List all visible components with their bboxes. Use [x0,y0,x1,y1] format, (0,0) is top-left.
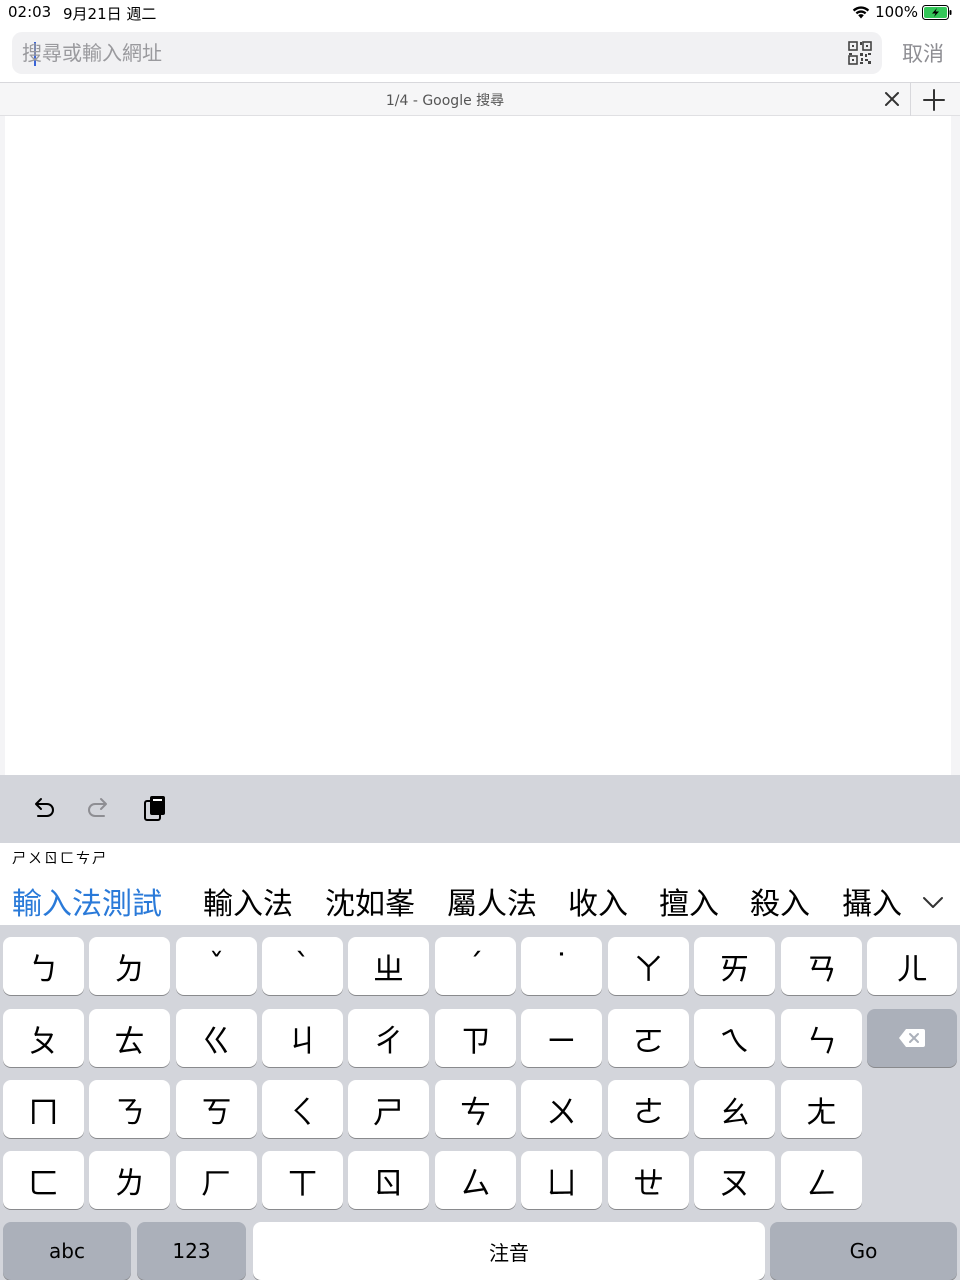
ime-candidate-list: 輸入法測試 輸入法 沈如峯 屬人法 收入 擅入 殺入 攝入 [0,873,960,923]
key[interactable]: ㄍ [176,1009,257,1067]
status-time: 02:03 [8,3,52,21]
delete-key[interactable] [867,1009,957,1067]
numbers-key[interactable]: 123 [137,1222,246,1280]
key[interactable]: ㄖ [348,1151,429,1209]
key[interactable]: ㄧ [521,1009,602,1067]
ime-candidate[interactable]: 沈如峯 [325,879,415,923]
key[interactable]: ㄩ [521,1151,602,1209]
key[interactable]: ㄣ [781,1009,862,1067]
key[interactable]: ㄞ [694,937,775,995]
key[interactable]: ㄠ [694,1080,775,1138]
web-content[interactable] [0,116,960,776]
battery-icon [922,4,952,20]
status-bar: 02:03 9月21日 週二 100% [0,0,960,26]
close-icon[interactable] [880,87,904,111]
keyboard-shortcut-bar [0,775,960,843]
key[interactable]: ㄙ [435,1151,516,1209]
key[interactable]: ㄑ [262,1080,343,1138]
key[interactable]: ㄟ [694,1009,775,1067]
tab-current[interactable]: 1/4 - Google 搜尋 [0,83,910,116]
key[interactable]: ㄛ [608,1009,689,1067]
key[interactable]: ㄅ [3,937,84,995]
tab-divider [910,83,911,116]
go-key[interactable]: Go [770,1222,957,1280]
key[interactable]: ㄋ [89,1080,170,1138]
key[interactable]: ˋ [262,937,343,995]
ime-candidate[interactable]: 擅入 [659,879,719,923]
key[interactable]: ㄒ [262,1151,343,1209]
status-right: 100% [851,3,952,21]
key[interactable]: ㄈ [3,1151,84,1209]
space-key[interactable]: 注音 [253,1222,765,1280]
key[interactable]: ㄆ [3,1009,84,1067]
ime-candidate[interactable]: 攝入 [842,879,902,923]
address-bar-row: 取消 [0,26,960,82]
key[interactable]: ㄜ [608,1080,689,1138]
key[interactable]: ㄤ [781,1080,862,1138]
key[interactable]: ˇ [176,937,257,995]
search-input[interactable] [22,32,822,74]
abc-key[interactable]: abc [3,1222,131,1280]
wifi-icon [852,6,870,19]
key[interactable]: ㄊ [89,1009,170,1067]
ime-candidate[interactable]: 收入 [568,879,628,923]
zhuyin-keyboard: ㄅ ㄉ ˇ ˋ ㄓ ˊ ˙ ㄚ ㄞ ㄢ ㄦ ㄆ ㄊ ㄍ ㄐ ㄔ ㄗ ㄧ ㄛ ㄟ … [0,925,960,1280]
key[interactable]: ㄐ [262,1009,343,1067]
ime-composition: ㄕㄨㄖㄈㄘㄕ [12,851,108,867]
key[interactable]: ㄦ [867,937,957,995]
tab-title: 1/4 - Google 搜尋 [385,93,505,109]
status-date: 9月21日 週二 [63,5,157,23]
tab-strip: 1/4 - Google 搜尋 [0,82,960,116]
key[interactable]: ㄔ [348,1009,429,1067]
ime-candidate[interactable]: 輸入法測試 [12,879,162,923]
key[interactable]: ㄚ [608,937,689,995]
paste-icon[interactable] [140,793,170,823]
ime-candidate-area: ㄕㄨㄖㄈㄘㄕ 輸入法測試 輸入法 沈如峯 屬人法 收入 擅入 殺入 攝入 [0,843,960,925]
key[interactable]: ㄇ [3,1080,84,1138]
address-bar[interactable] [12,32,882,74]
key[interactable]: ˙ [521,937,602,995]
undo-icon[interactable] [28,793,58,823]
key[interactable]: ㄌ [89,1151,170,1209]
chevron-down-icon[interactable] [918,887,948,917]
key[interactable]: ㄎ [176,1080,257,1138]
ime-candidate[interactable]: 輸入法 [203,879,293,923]
qr-code-icon[interactable] [848,41,872,65]
key[interactable]: ㄓ [348,937,429,995]
key[interactable]: ㄢ [781,937,862,995]
key[interactable]: ㄝ [608,1151,689,1209]
key[interactable]: ˊ [435,937,516,995]
key[interactable]: ㄕ [348,1080,429,1138]
content-edge [0,116,5,776]
battery-percent: 100% [875,3,918,21]
backspace-icon [899,1029,925,1047]
content-edge [951,116,960,776]
key[interactable]: ㄨ [521,1080,602,1138]
key[interactable]: ㄗ [435,1009,516,1067]
key[interactable]: ㄏ [176,1151,257,1209]
redo-icon[interactable] [84,793,114,823]
key[interactable]: ㄡ [694,1151,775,1209]
key[interactable]: ㄥ [781,1151,862,1209]
key[interactable]: ㄉ [89,937,170,995]
plus-icon[interactable] [921,87,947,113]
key[interactable]: ㄘ [435,1080,516,1138]
cancel-button[interactable]: 取消 [902,38,944,68]
ime-candidate[interactable]: 殺入 [750,879,810,923]
ime-candidate[interactable]: 屬人法 [447,879,537,923]
